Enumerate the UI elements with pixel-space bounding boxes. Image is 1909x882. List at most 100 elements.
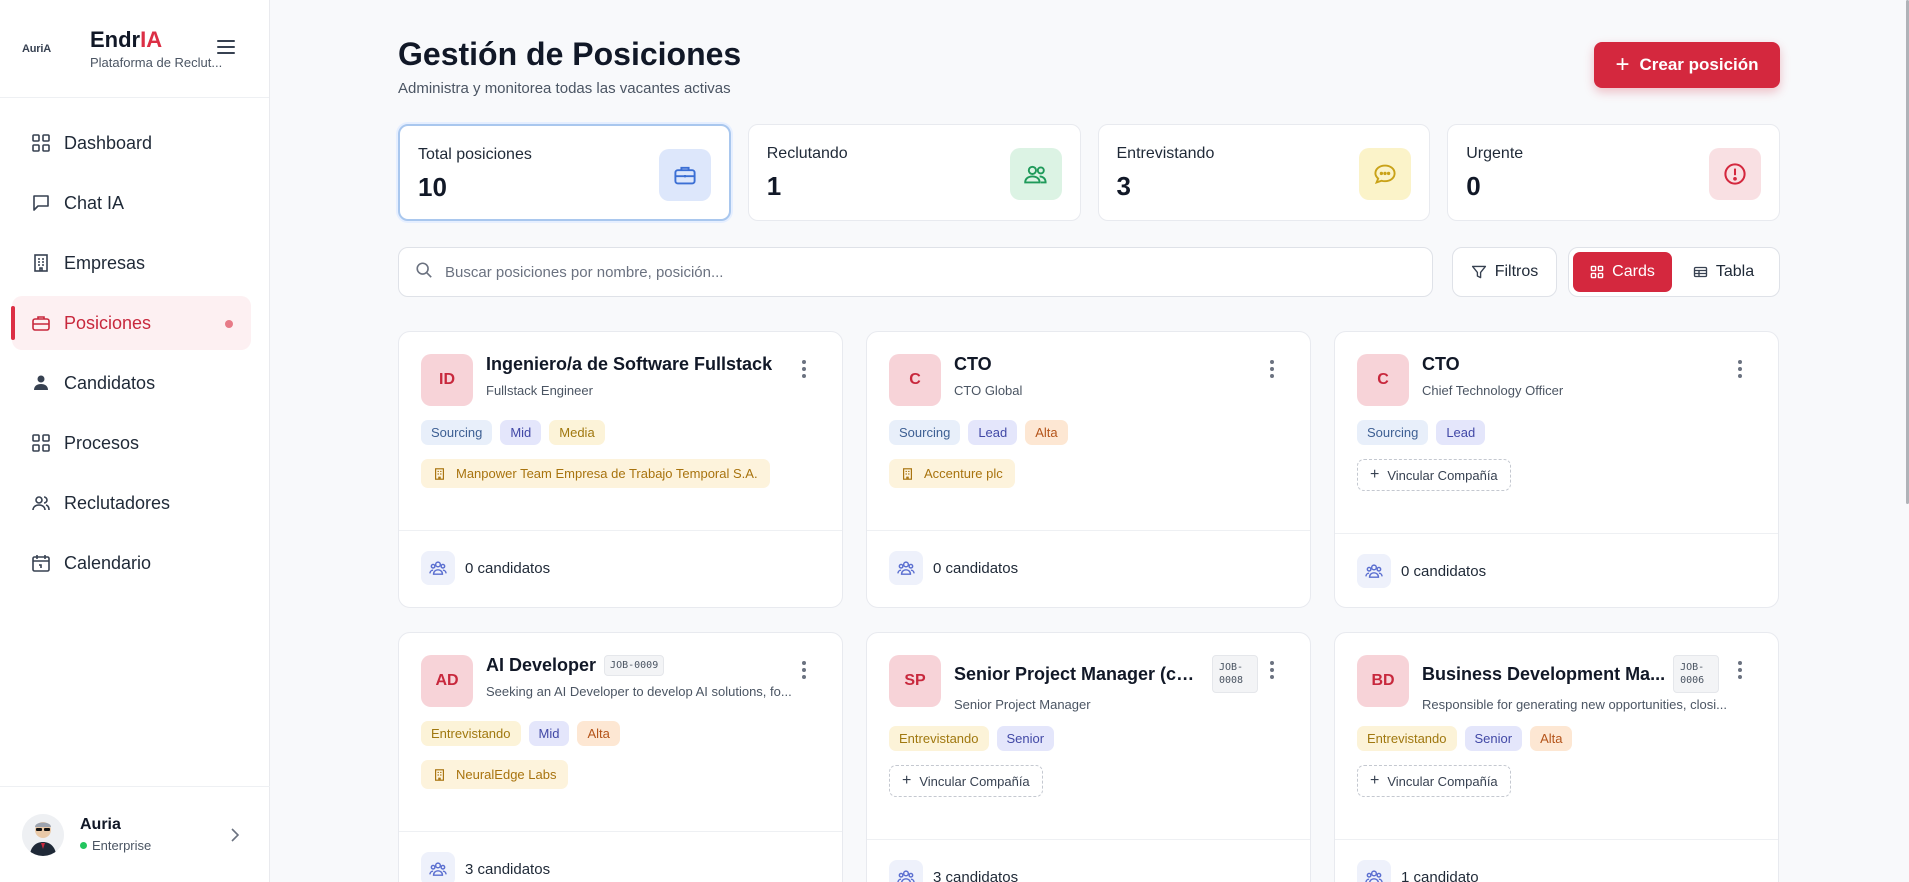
sidebar-item-procesos[interactable]: Procesos — [12, 416, 251, 470]
user-plan-label: Enterprise — [92, 838, 152, 853]
more-options-icon[interactable] — [802, 661, 806, 679]
job-code-badge: JOB- 0006 — [1673, 655, 1720, 693]
stat-urgent[interactable]: Urgente 0 — [1447, 124, 1780, 221]
job-code-badge: JOB-0009 — [604, 655, 665, 676]
position-title: AI Developer — [486, 655, 597, 675]
sidebar-item-label: Empresas — [64, 252, 146, 273]
more-options-icon[interactable] — [1270, 661, 1274, 679]
more-options-icon[interactable] — [1738, 360, 1742, 378]
level-tag: Mid — [500, 420, 542, 445]
grid-icon — [30, 432, 52, 454]
sidebar-item-label: Dashboard — [64, 132, 153, 153]
sidebar-item-label: Candidatos — [64, 372, 156, 393]
job-code-part: JOB- — [1219, 662, 1244, 673]
sidebar-item-label: Procesos — [64, 432, 140, 453]
position-initials: SP — [889, 655, 941, 707]
position-initials: BD — [1357, 655, 1409, 707]
brand-header: AuriA EndrIA Plataforma de Reclut... — [0, 0, 269, 98]
position-card[interactable]: C CTO CTO Global Sourcing Lead Alta Acce… — [866, 331, 1311, 608]
chat-icon — [1359, 148, 1412, 200]
more-options-icon[interactable] — [1738, 661, 1742, 679]
company-chip[interactable]: Manpower Team Empresa de Trabajo Tempora… — [421, 459, 770, 488]
filters-label: Filtros — [1494, 263, 1539, 280]
filter-icon — [1471, 265, 1486, 279]
position-card[interactable]: SP Senior Project Manager (con... JOB- 00… — [866, 632, 1311, 882]
level-tag: Lead — [968, 420, 1018, 445]
link-company-label: Vincular Compañía — [1387, 773, 1498, 789]
candidates-icon — [889, 551, 923, 585]
cards-view-button[interactable]: Cards — [1573, 252, 1673, 292]
company-name: NeuralEdge Labs — [456, 767, 557, 782]
link-company-button[interactable]: + Vincular Compañía — [1357, 765, 1511, 797]
tag-list: Sourcing Mid Media — [399, 420, 842, 445]
level-tag: Senior — [1464, 726, 1523, 751]
chat-icon — [30, 192, 52, 214]
status-tag: Entrevistando — [889, 726, 989, 751]
user-profile[interactable]: Auria Enterprise — [0, 786, 270, 882]
position-card[interactable]: BD Business Development Ma... JOB- 0006 R… — [1334, 632, 1779, 882]
sidebar-item-dashboard[interactable]: Dashboard — [12, 116, 251, 170]
company-chip[interactable]: NeuralEdge Labs — [421, 760, 569, 789]
position-subtitle: CTO Global — [954, 383, 1023, 398]
sidebar-item-reclutadores[interactable]: Reclutadores — [12, 476, 251, 530]
tag-list: Sourcing Lead — [1335, 420, 1778, 445]
sidebar-item-empresas[interactable]: Empresas — [12, 236, 251, 290]
briefcase-icon — [30, 312, 52, 334]
position-card[interactable]: ID Ingeniero/a de Software Fullstack Ful… — [398, 331, 843, 608]
status-tag: Entrevistando — [1357, 726, 1457, 751]
brand-name: EndrIA — [90, 26, 222, 52]
candidates-icon — [889, 860, 923, 882]
building-icon — [903, 467, 912, 480]
candidates-count: 1 candidato — [1401, 868, 1479, 882]
position-card[interactable]: AD AI Developer JOB-0009 Seeking an AI D… — [398, 632, 843, 882]
company-name: Accenture plc — [924, 466, 1003, 481]
link-company-button[interactable]: + Vincular Compañía — [889, 765, 1043, 797]
sidebar-item-calendario[interactable]: Calendario — [12, 536, 251, 590]
company-name: Manpower Team Empresa de Trabajo Tempora… — [456, 466, 758, 481]
table-view-button[interactable]: Tabla — [1672, 252, 1775, 292]
candidates-count: 3 candidatos — [465, 860, 551, 878]
card-footer: 3 candidatos — [399, 831, 842, 882]
card-header: C CTO CTO Global — [867, 332, 1310, 406]
filters-button[interactable]: Filtros — [1452, 247, 1557, 297]
job-code-badge: JOB- 0008 — [1212, 655, 1258, 693]
position-initials: ID — [421, 354, 473, 406]
search-bar — [398, 247, 1433, 297]
active-indicator-dot — [225, 320, 233, 328]
more-options-icon[interactable] — [802, 360, 806, 378]
sidebar-item-chat[interactable]: Chat IA — [12, 176, 251, 230]
grid-icon — [30, 132, 52, 154]
status-tag: Sourcing — [889, 420, 961, 445]
card-footer: 3 candidatos — [867, 839, 1310, 882]
link-company-button[interactable]: + Vincular Compañía — [1357, 459, 1511, 491]
company-chip[interactable]: Accenture plc — [889, 459, 1015, 488]
alert-icon — [1709, 148, 1761, 200]
sidebar-item-label: Chat IA — [64, 192, 125, 213]
status-tag: Sourcing — [421, 420, 493, 445]
candidates-icon — [1357, 554, 1391, 588]
sidebar-item-posiciones[interactable]: Posiciones — [11, 296, 251, 350]
card-titles: AI Developer JOB-0009 Seeking an AI Deve… — [486, 655, 796, 707]
title-row: CTO — [954, 354, 1264, 375]
stat-recruiting[interactable]: Reclutando 1 — [747, 124, 1081, 221]
job-code-part: JOB- — [1680, 662, 1705, 673]
chevron-right-icon[interactable] — [230, 827, 240, 848]
table-icon — [1693, 266, 1708, 278]
plus-icon: + — [902, 772, 912, 789]
position-title: CTO — [1422, 354, 1460, 374]
priority-tag: Media — [549, 420, 605, 445]
menu-toggle-icon[interactable] — [217, 40, 235, 54]
search-input[interactable] — [445, 263, 1345, 281]
create-position-label: Crear posición — [1639, 55, 1759, 74]
brand-logo: AuriA — [22, 42, 51, 55]
brand-name-main: Endr — [90, 26, 141, 52]
plus-icon: + — [1615, 51, 1630, 78]
more-options-icon[interactable] — [1270, 360, 1274, 378]
sidebar-item-candidatos[interactable]: Candidatos — [12, 356, 251, 410]
card-footer: 0 candidatos — [867, 530, 1310, 605]
create-position-button[interactable]: + Crear posición — [1594, 42, 1780, 88]
stat-total-positions[interactable]: Total posiciones 10 — [398, 124, 731, 221]
tag-list: Entrevistando Mid Alta — [399, 721, 842, 746]
stat-interviewing[interactable]: Entrevistando 3 — [1097, 124, 1431, 221]
position-card[interactable]: C CTO Chief Technology Officer Sourcing … — [1334, 331, 1779, 608]
